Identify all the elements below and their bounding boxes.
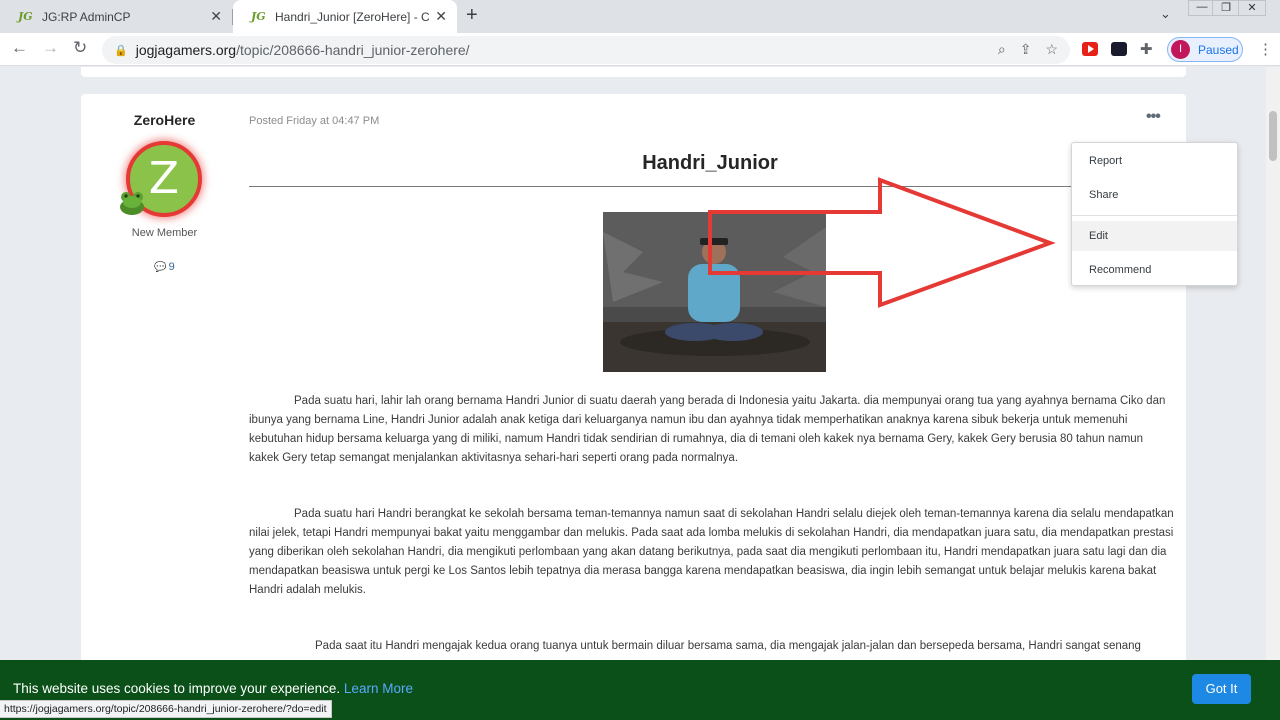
cookie-message: This website uses cookies to improve you… xyxy=(13,681,413,696)
scrollbar-thumb[interactable] xyxy=(1269,111,1277,161)
clapperboard-extension-icon[interactable] xyxy=(1111,42,1127,56)
tab-character-story[interactable]: JG Handri_Junior [ZeroHere] - Characte ✕ xyxy=(233,0,457,33)
got-it-button[interactable]: Got It xyxy=(1192,674,1251,704)
forward-arrow-icon[interactable]: → xyxy=(42,38,59,58)
youtube-extension-icon[interactable] xyxy=(1082,42,1098,56)
restore-window-icon[interactable]: ❐ xyxy=(1212,0,1240,16)
zoom-icon[interactable]: ⌕ xyxy=(998,41,1006,58)
menu-divider xyxy=(1072,215,1237,216)
tab-title: Handri_Junior [ZeroHere] - Characte xyxy=(275,9,430,24)
close-tab-icon[interactable]: ✕ xyxy=(435,8,447,25)
member-rank: New Member xyxy=(131,227,198,239)
reload-icon[interactable]: ↻ xyxy=(73,38,87,58)
site-favicon-icon: JG xyxy=(251,10,266,23)
post-count-value: 9 xyxy=(168,261,175,273)
annotation-arrow xyxy=(708,177,1056,308)
url-path: /topic/208666-handri_junior-zerohere/ xyxy=(236,42,470,58)
menu-item-recommend[interactable]: Recommend xyxy=(1072,255,1237,285)
site-favicon-icon: JG xyxy=(18,10,33,23)
bookmark-star-icon[interactable]: ☆ xyxy=(1045,41,1058,58)
back-arrow-icon[interactable]: ← xyxy=(11,38,28,58)
extensions-puzzle-icon[interactable]: ✚ xyxy=(1140,40,1153,58)
new-tab-plus-icon[interactable]: + xyxy=(466,4,478,27)
story-paragraph: Pada suatu hari, lahir lah orang bernama… xyxy=(249,395,1166,464)
menu-item-edit[interactable]: Edit xyxy=(1072,221,1237,251)
story-paragraph: Pada saat itu Handri mengajak kedua oran… xyxy=(315,640,1141,652)
learn-more-link[interactable]: Learn More xyxy=(344,681,413,696)
menu-item-report[interactable]: Report xyxy=(1072,146,1237,176)
post-count[interactable]: 💬 9 xyxy=(81,261,248,273)
url-host: jogjagamers.org xyxy=(135,42,237,58)
post-options-ellipsis-icon[interactable]: ••• xyxy=(1146,108,1161,126)
tab-admincp[interactable]: JG JG:RP AdminCP ✕ xyxy=(0,0,232,33)
status-bar-url: https://jogjagamers.org/topic/208666-han… xyxy=(0,700,332,718)
profile-avatar: I xyxy=(1171,40,1190,59)
browser-toolbar: ← → ↻ 🔒 jogjagamers.org/topic/208666-han… xyxy=(0,33,1280,66)
close-window-icon[interactable]: ✕ xyxy=(1238,0,1266,16)
previous-post-card xyxy=(81,67,1186,77)
page-scrollbar[interactable] xyxy=(1266,67,1280,720)
menu-item-share[interactable]: Share xyxy=(1072,180,1237,210)
post-options-menu: Report Share Edit Recommend xyxy=(1071,142,1238,286)
profile-button[interactable]: I Paused xyxy=(1167,37,1243,62)
tab-search-chevron-icon[interactable]: ⌄ xyxy=(1160,6,1171,22)
posted-timestamp[interactable]: Posted Friday at 04:47 PM xyxy=(249,115,379,127)
rank-badge-frog-icon xyxy=(120,192,144,215)
browser-menu-icon[interactable]: ⋮ xyxy=(1258,40,1273,58)
profile-status: Paused xyxy=(1198,42,1239,57)
tab-title: JG:RP AdminCP xyxy=(42,9,131,24)
lock-icon: 🔒 xyxy=(114,44,128,57)
author-name[interactable]: ZeroHere xyxy=(81,112,248,128)
close-tab-icon[interactable]: ✕ xyxy=(210,8,222,25)
address-bar[interactable]: 🔒 jogjagamers.org/topic/208666-handri_ju… xyxy=(102,36,1070,64)
story-paragraph: Pada suatu hari Handri berangkat ke seko… xyxy=(249,508,1174,596)
comment-bubble-icon: 💬 xyxy=(154,262,167,273)
browser-tabstrip: JG JG:RP AdminCP ✕ JG Handri_Junior [Zer… xyxy=(0,0,1280,33)
share-icon[interactable]: ⇪ xyxy=(1020,41,1032,58)
